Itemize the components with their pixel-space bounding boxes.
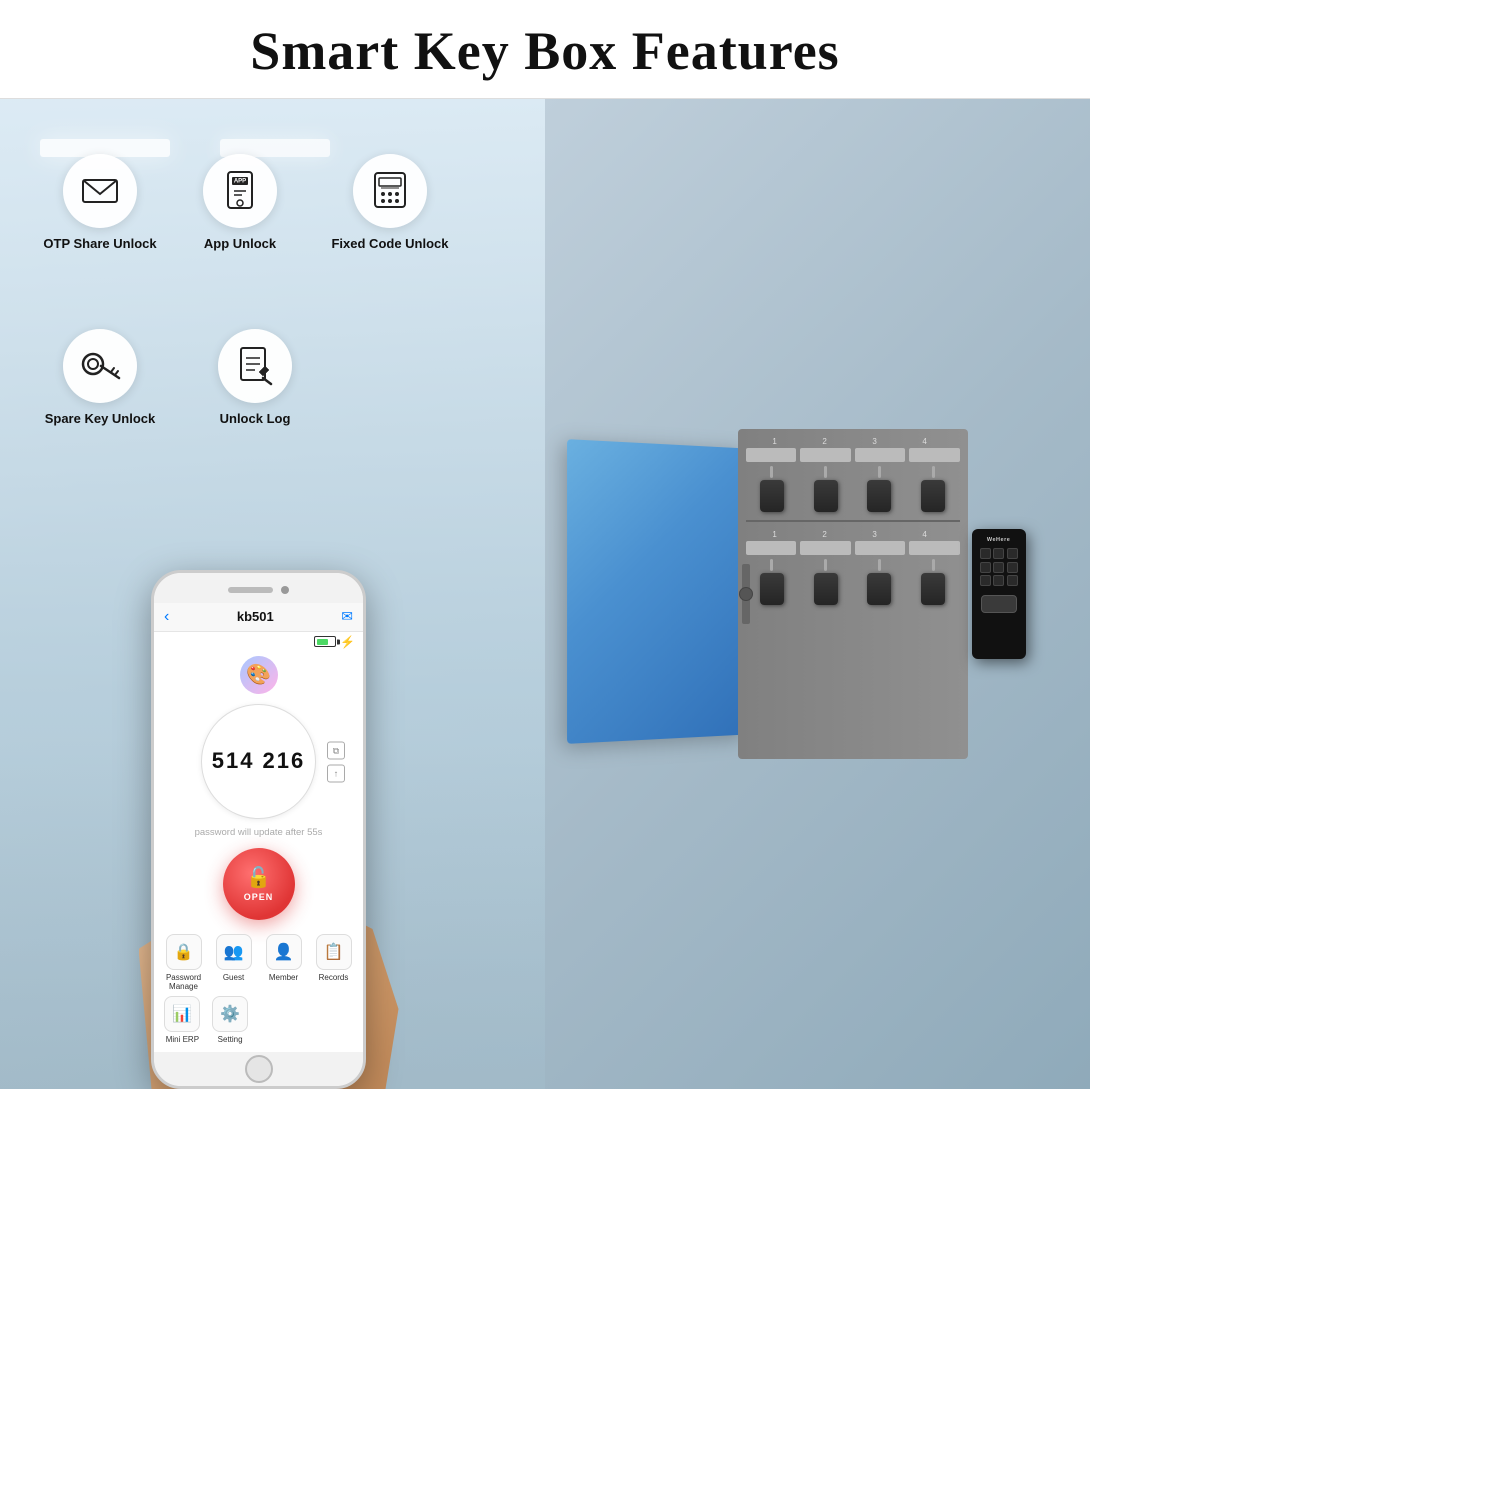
share-icon[interactable]: ↑ — [327, 765, 345, 783]
lock-open-icon: 🔓 — [246, 865, 271, 890]
envelope-icon — [81, 176, 119, 206]
menu-guest[interactable]: 👥 Guest — [210, 934, 257, 992]
fixed-icon-circle — [353, 154, 427, 228]
left-panel: OTP Share Unlock APP App — [0, 99, 545, 1089]
app-label: App Unlock — [204, 236, 276, 253]
right-panel: 1 2 3 4 — [545, 99, 1090, 1089]
records-label: Records — [319, 973, 349, 982]
feature-fixed: Fixed Code Unlock — [320, 154, 460, 253]
features-bottom-row: Spare Key Unlock Unlock — [30, 329, 320, 428]
mail-icon[interactable]: ✉ — [341, 608, 353, 625]
menu-setting[interactable]: ⚙️ Setting — [208, 996, 253, 1044]
app-icon: APP — [222, 171, 258, 211]
log-icon — [237, 346, 273, 386]
menu-minierp[interactable]: 📊 Mini ERP — [160, 996, 205, 1044]
copy-icon-1[interactable]: ⧉ — [327, 742, 345, 760]
keypad-icon — [371, 171, 409, 211]
main-content: OTP Share Unlock APP App — [0, 99, 1090, 1089]
bluetooth-icon: ⚡ — [340, 635, 355, 649]
spare-icon-circle — [63, 329, 137, 403]
blue-door — [567, 439, 748, 744]
phone-top — [154, 573, 363, 603]
keys-row-2 — [738, 559, 968, 605]
home-button[interactable] — [245, 1055, 273, 1083]
lock-rod — [742, 564, 750, 624]
setting-icon-box: ⚙️ — [212, 996, 248, 1032]
phone-menu-row2: 📊 Mini ERP ⚙️ Setting — [154, 994, 259, 1052]
avatar: 🎨 — [240, 656, 278, 694]
brand-label: WeHere — [987, 537, 1010, 543]
battery-tip — [337, 639, 340, 644]
keys-row-1 — [738, 466, 968, 512]
keybox-assembly: 1 2 3 4 — [738, 429, 968, 759]
menu-member[interactable]: 👤 Member — [260, 934, 307, 992]
status-row: ⚡ — [154, 632, 363, 652]
phone-speaker — [228, 587, 273, 593]
feature-otp: OTP Share Unlock — [30, 154, 170, 253]
number-row-top: 1 2 3 4 — [738, 429, 968, 448]
otp-display: 514 216 ⧉ ↑ — [154, 700, 363, 825]
minierp-icon-box: 📊 — [164, 996, 200, 1032]
keybox-interior: 1 2 3 4 — [738, 429, 968, 759]
menu-password[interactable]: 🔒 PasswordManage — [160, 934, 207, 992]
features-top-row: OTP Share Unlock APP App — [30, 154, 535, 253]
password-icon-box: 🔒 — [166, 934, 202, 970]
page-title: Smart Key Box Features — [0, 20, 1090, 82]
svg-text:APP: APP — [234, 179, 246, 185]
password-label: PasswordManage — [166, 973, 201, 992]
keypad-module: WeHere — [972, 529, 1026, 659]
tag-strip-bottom — [738, 541, 968, 555]
open-button-container: 🔓 OPEN — [154, 844, 363, 930]
interior-divider — [746, 520, 960, 522]
keypad-handle-bar — [981, 595, 1017, 613]
battery-fill — [317, 639, 329, 645]
key-icon — [79, 348, 121, 384]
minierp-label: Mini ERP — [166, 1035, 199, 1044]
timer-text: password will update after 55s — [154, 825, 363, 844]
timer-label: password will update after 55s — [195, 827, 323, 838]
setting-label: Setting — [218, 1035, 243, 1044]
open-button[interactable]: 🔓 OPEN — [223, 848, 295, 920]
back-arrow[interactable]: ‹ — [164, 608, 169, 626]
avatar-row: 🎨 — [154, 652, 363, 700]
otp-label: OTP Share Unlock — [43, 236, 156, 253]
member-icon-box: 👤 — [266, 934, 302, 970]
fixed-label: Fixed Code Unlock — [331, 236, 448, 253]
log-label: Unlock Log — [220, 411, 291, 428]
open-label: OPEN — [244, 892, 274, 902]
spare-label: Spare Key Unlock — [45, 411, 156, 428]
number-row-bottom: 1 2 3 4 — [738, 530, 968, 541]
feature-log: Unlock Log — [190, 329, 320, 428]
device-name: kb501 — [237, 609, 274, 624]
header: Smart Key Box Features — [0, 0, 1090, 99]
records-icon-box: 📋 — [316, 934, 352, 970]
keypad-buttons — [980, 548, 1018, 586]
phone-in-hand: ‹ kb501 ✉ ⚡ — [119, 570, 399, 1089]
copy-icons: ⧉ ↑ — [327, 742, 345, 783]
phone-bottom-bar — [154, 1052, 363, 1086]
phone-navbar: ‹ kb501 ✉ — [154, 603, 363, 632]
log-icon-circle — [218, 329, 292, 403]
menu-records[interactable]: 📋 Records — [310, 934, 357, 992]
phone: ‹ kb501 ✉ ⚡ — [151, 570, 366, 1089]
tag-strip-top — [738, 448, 968, 462]
phone-screen: ‹ kb501 ✉ ⚡ — [154, 603, 363, 1052]
keybox-back-panel: 1 2 3 4 — [738, 429, 968, 759]
otp-number: 514 216 — [212, 748, 306, 774]
guest-icon-box: 👥 — [216, 934, 252, 970]
app-icon-circle: APP — [203, 154, 277, 228]
battery-indicator — [314, 636, 336, 647]
otp-icon-circle — [63, 154, 137, 228]
feature-app: APP App Unlock — [180, 154, 300, 253]
phone-menu-row1: 🔒 PasswordManage 👥 Guest 👤 Member — [154, 930, 363, 994]
guest-label: Guest — [223, 973, 244, 982]
otp-circle: 514 216 — [201, 704, 316, 819]
feature-spare: Spare Key Unlock — [30, 329, 170, 428]
phone-camera — [281, 586, 289, 594]
member-label: Member — [269, 973, 298, 982]
